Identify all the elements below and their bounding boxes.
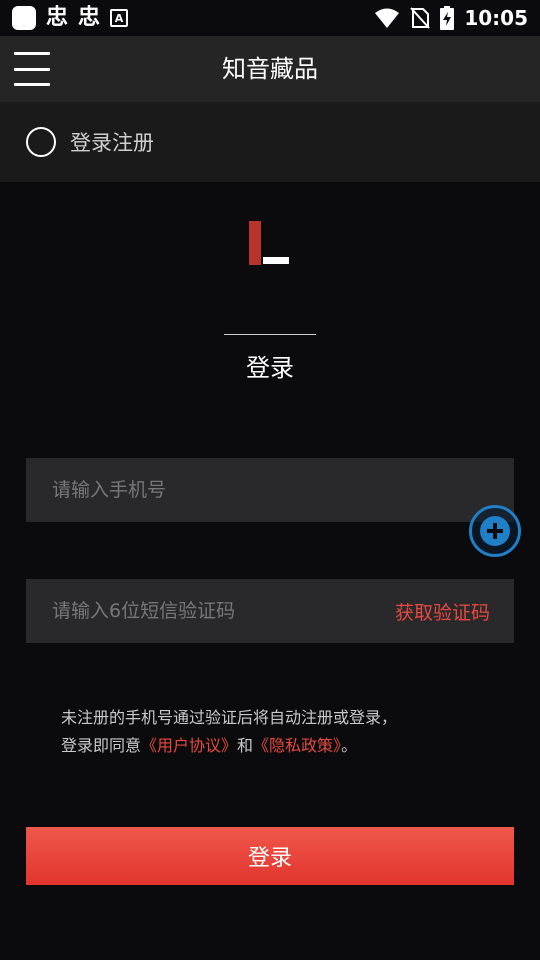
notification-glyph-1: 忠	[46, 5, 69, 30]
tab-login[interactable]: 登录	[0, 348, 540, 383]
user-agreement-link[interactable]: 《用户协议》	[141, 736, 237, 755]
phone-input[interactable]	[50, 478, 490, 502]
app-logo	[249, 221, 291, 265]
wifi-icon	[375, 8, 400, 28]
privacy-policy-link[interactable]: 《隐私政策》	[253, 736, 341, 755]
app-square-icon	[12, 6, 36, 30]
status-left: 忠 忠 A	[12, 5, 129, 30]
tab-indicator	[224, 334, 316, 335]
sms-code-input[interactable]	[50, 599, 395, 623]
floating-add-button[interactable]	[469, 505, 521, 557]
status-bar: 忠 忠 A 10:05	[0, 0, 540, 36]
agreement-text: 未注册的手机号通过验证后将自动注册或登录， 登录即同意《用户协议》和《隐私政策》…	[61, 704, 501, 760]
sub-header-label: 登录注册	[70, 131, 154, 155]
phone-field-container	[26, 458, 514, 522]
logo-bar	[249, 221, 261, 265]
status-right: 10:05	[374, 6, 528, 30]
agreement-line-2: 登录即同意《用户协议》和《隐私政策》。	[61, 732, 501, 760]
radio-circle-icon[interactable]	[26, 127, 56, 157]
no-sim-icon	[410, 7, 431, 29]
get-code-button[interactable]: 获取验证码	[395, 598, 490, 625]
login-button[interactable]: 登录	[26, 827, 514, 885]
code-field-container: 获取验证码	[26, 579, 514, 643]
app-header: 知音藏品	[0, 36, 540, 102]
agreement-prefix: 登录即同意	[61, 736, 142, 755]
plus-icon	[480, 516, 510, 546]
battery-charging-icon	[440, 6, 455, 30]
sub-header: 登录注册	[0, 102, 540, 182]
agreement-and: 和	[237, 736, 254, 755]
status-time: 10:05	[464, 6, 528, 30]
agreement-end: 。	[341, 736, 358, 755]
a-badge-icon: A	[110, 9, 129, 27]
agreement-line-1: 未注册的手机号通过验证后将自动注册或登录，	[61, 708, 398, 727]
notification-glyph-2: 忠	[78, 5, 101, 30]
logo-dash	[263, 257, 289, 264]
page-title: 知音藏品	[222, 55, 318, 83]
